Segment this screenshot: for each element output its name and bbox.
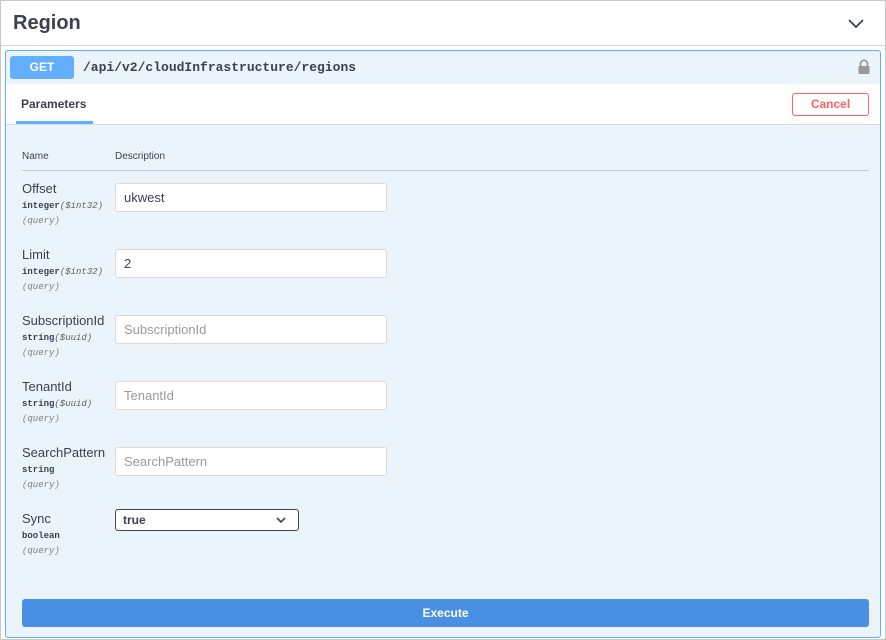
param-location: (query) [22, 480, 60, 490]
operation-summary[interactable]: GET /api/v2/cloudInfrastructure/regions [6, 51, 880, 85]
offset-input[interactable] [115, 183, 387, 212]
param-type: string($uuid) [22, 333, 93, 343]
param-type: integer($int32) [22, 267, 104, 277]
sync-selected-value: true [123, 513, 146, 527]
execute-button[interactable]: Execute [22, 599, 869, 627]
sync-select[interactable]: true [115, 509, 299, 531]
column-header-description: Description [115, 151, 166, 162]
param-type: integer($int32) [22, 201, 104, 211]
api-section: Region GET /api/v2/cloudInfrastructure/r… [0, 0, 886, 640]
subscriptionid-input[interactable] [115, 315, 387, 344]
endpoint-path: /api/v2/cloudInfrastructure/regions [83, 60, 357, 75]
operation-block: GET /api/v2/cloudInfrastructure/regions … [5, 50, 881, 638]
section-title: Region [13, 12, 81, 34]
param-name: SearchPattern [22, 445, 106, 460]
param-location: (query) [22, 546, 60, 556]
lock-icon[interactable] [857, 59, 871, 75]
param-name: Sync [22, 511, 51, 526]
parameters-tabbar: Parameters Cancel [6, 84, 880, 125]
param-location: (query) [22, 216, 60, 226]
param-offset: Offset integer($int32) (query) [22, 181, 122, 226]
searchpattern-input[interactable] [115, 447, 387, 476]
tenantid-input[interactable] [115, 381, 387, 410]
tab-parameters[interactable]: Parameters [16, 84, 93, 124]
param-location: (query) [22, 414, 60, 424]
param-type: string [22, 465, 55, 475]
param-name: SubscriptionId [22, 313, 105, 328]
chevron-down-icon[interactable] [847, 15, 865, 31]
param-subscriptionid: SubscriptionId string($uuid) (query) [22, 313, 122, 358]
param-location: (query) [22, 282, 60, 292]
chevron-down-icon [276, 517, 286, 524]
param-name: TenantId [22, 379, 72, 394]
param-type: string($uuid) [22, 399, 93, 409]
param-limit: Limit integer($int32) (query) [22, 247, 122, 292]
param-name: Limit [22, 247, 50, 262]
cancel-button[interactable]: Cancel [792, 93, 869, 116]
param-name: Offset [22, 181, 57, 196]
column-header-name: Name [22, 151, 49, 162]
param-sync: Sync boolean (query) [22, 511, 122, 556]
method-badge: GET [10, 56, 74, 79]
param-type: boolean [22, 531, 60, 541]
param-location: (query) [22, 348, 60, 358]
param-tenantid: TenantId string($uuid) (query) [22, 379, 122, 424]
header-divider [22, 170, 869, 171]
limit-input[interactable] [115, 249, 387, 278]
section-header[interactable]: Region [1, 1, 885, 46]
param-searchpattern: SearchPattern string (query) [22, 445, 122, 490]
